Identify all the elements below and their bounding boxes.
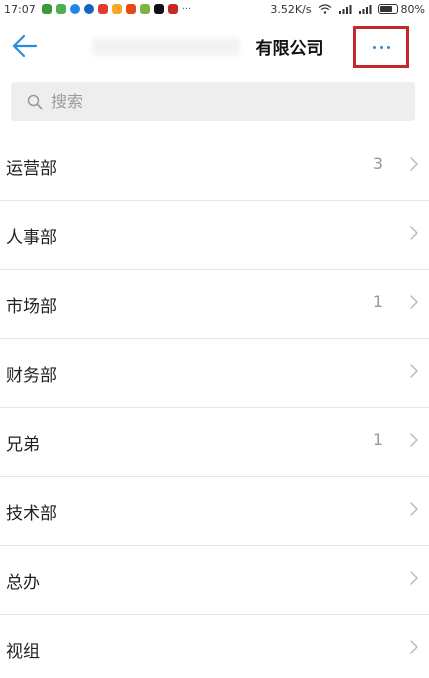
department-row[interactable]: 总办	[0, 546, 429, 615]
department-name: 市场部	[6, 297, 57, 317]
search-input[interactable]	[51, 92, 351, 111]
chevron-right-icon	[410, 571, 418, 585]
chevron-right-icon	[410, 502, 418, 516]
department-name: 财务部	[6, 366, 57, 386]
app-notification-icon	[167, 4, 178, 14]
app-notification-icon	[125, 4, 136, 14]
notification-icons: ···	[41, 3, 192, 15]
more-options-button[interactable]	[353, 26, 409, 68]
department-row[interactable]: 财务部	[0, 339, 429, 408]
app-notification-icon	[41, 4, 52, 14]
chevron-right-icon	[410, 295, 418, 309]
department-name: 视组	[6, 642, 40, 662]
chevron-right-icon	[410, 640, 418, 654]
department-row[interactable]: 运营部 3	[0, 132, 429, 201]
app-notification-icon	[83, 4, 94, 14]
chevron-right-icon	[410, 364, 418, 378]
wifi-icon	[318, 4, 331, 14]
navigation-bar: 有限公司	[0, 18, 429, 74]
department-name: 运营部	[6, 159, 57, 179]
search-bar[interactable]	[11, 82, 415, 121]
department-list: 运营部 3 人事部市场部 1 财务部兄弟 1 技术部总办视组	[0, 132, 429, 678]
department-row[interactable]: 人事部	[0, 201, 429, 270]
signal-icon	[358, 5, 372, 14]
department-row[interactable]: 市场部 1	[0, 270, 429, 339]
department-row[interactable]: 兄弟 1	[0, 408, 429, 477]
battery-fill	[379, 6, 393, 12]
department-row[interactable]: 视组	[0, 615, 429, 678]
battery-indicator: 80%	[377, 2, 425, 16]
member-count: 1	[372, 292, 383, 311]
tiktok-icon	[153, 4, 164, 14]
app-notification-icon	[111, 4, 122, 14]
member-count: 1	[372, 430, 383, 449]
battery-percent: 80%	[400, 2, 425, 16]
app-notification-icon	[97, 4, 108, 14]
app-notification-icon	[139, 4, 150, 14]
chevron-right-icon	[410, 157, 418, 171]
status-time: 17:07	[4, 2, 36, 16]
department-row[interactable]: 技术部	[0, 477, 429, 546]
search-icon	[27, 94, 43, 109]
department-name: 兄弟	[6, 435, 40, 455]
signal-icon	[338, 5, 352, 14]
department-name: 人事部	[6, 228, 57, 248]
member-count: 3	[372, 154, 383, 173]
status-bar: 17:07 ··· 3.52K/s 80%	[0, 0, 429, 18]
battery-icon	[377, 4, 398, 14]
department-name: 总办	[6, 573, 40, 593]
app-notification-icon	[69, 4, 80, 14]
chevron-right-icon	[410, 226, 418, 240]
more-horizontal-icon	[372, 45, 390, 49]
network-speed: 3.52K/s	[270, 2, 312, 16]
more-notifications-icon: ···	[181, 3, 192, 15]
chevron-right-icon	[410, 433, 418, 447]
app-notification-icon	[55, 4, 66, 14]
department-name: 技术部	[6, 504, 57, 524]
